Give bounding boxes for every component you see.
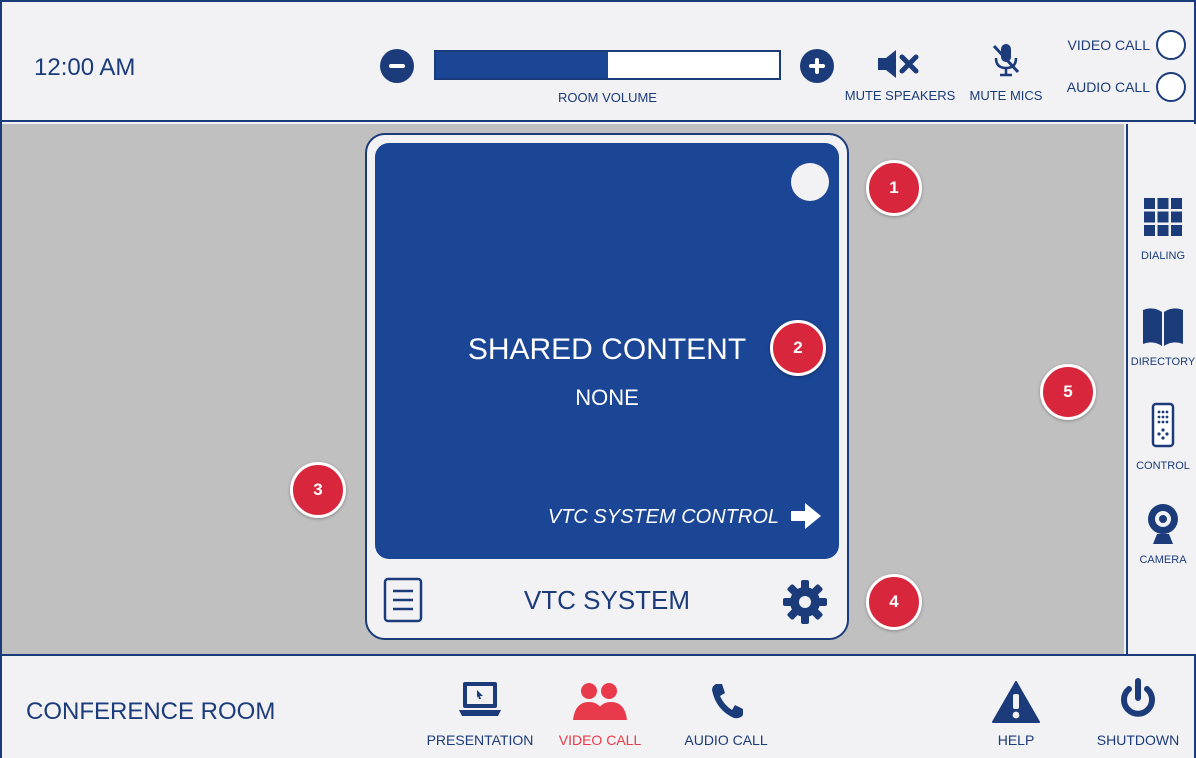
sidebar-item-control[interactable]: CONTROL <box>1128 402 1196 472</box>
top-bar: 12:00 AM ROOM VOLUME MUTE SPEAKERS MUTE … <box>2 2 1194 122</box>
sidebar-item-directory[interactable]: DIRECTORY <box>1128 304 1196 368</box>
video-call-radio[interactable] <box>1156 30 1186 60</box>
callout-badge-1: 1 <box>866 160 922 216</box>
sidebar-item-dialing[interactable]: DIALING <box>1128 196 1196 262</box>
volume-level-fill <box>436 52 608 78</box>
room-volume-label: ROOM VOLUME <box>558 90 657 105</box>
book-icon <box>1143 308 1183 346</box>
people-icon <box>573 683 627 720</box>
mute-mics-button[interactable]: MUTE MICS <box>962 42 1050 108</box>
audio-call-label: AUDIO CALL <box>684 732 768 748</box>
minus-icon <box>389 64 405 68</box>
mute-mics-label: MUTE MICS <box>969 88 1043 103</box>
audio-call-mode-toggle[interactable]: AUDIO CALL <box>1067 72 1186 102</box>
room-volume-slider[interactable] <box>434 50 781 80</box>
laptop-icon <box>459 682 501 716</box>
vtc-system-title: VTC SYSTEM <box>523 585 691 615</box>
power-icon <box>1121 678 1155 717</box>
help-label: HELP <box>997 732 1035 748</box>
room-name: CONFERENCE ROOM <box>26 698 276 725</box>
remote-icon <box>1151 402 1175 448</box>
callout-badge-4: 4 <box>866 574 922 630</box>
presentation-label: PRESENTATION <box>426 732 534 748</box>
nav-video-call[interactable]: VIDEO CALL <box>550 670 650 756</box>
arrow-right-icon[interactable] <box>789 501 823 531</box>
dialing-label: DIALING <box>1140 250 1185 262</box>
mute-speakers-label: MUTE SPEAKERS <box>844 88 956 103</box>
shared-content-value: NONE <box>575 385 639 410</box>
video-call-mode-label: VIDEO CALL <box>1067 37 1150 53</box>
callout-badge-2: 2 <box>770 320 826 376</box>
volume-down-button[interactable] <box>380 49 414 83</box>
mute-speakers-button[interactable]: MUTE SPEAKERS <box>840 42 960 108</box>
warning-icon <box>992 681 1040 723</box>
control-label: CONTROL <box>1136 460 1190 472</box>
app-frame: 12:00 AM ROOM VOLUME MUTE SPEAKERS MUTE … <box>0 0 1196 758</box>
video-call-mode-toggle[interactable]: VIDEO CALL <box>1068 30 1186 60</box>
directory-label: DIRECTORY <box>1130 356 1196 368</box>
help-button[interactable]: HELP <box>974 670 1058 756</box>
vtc-system-control-link[interactable]: VTC SYSTEM CONTROL <box>548 506 779 529</box>
vtc-system-card: SHARED CONTENT NONE VTC SYSTEM CONTROL V… <box>365 133 849 640</box>
keypad-icon <box>1144 198 1182 236</box>
sidebar-item-camera[interactable]: CAMERA <box>1128 502 1196 566</box>
audio-call-radio[interactable] <box>1156 72 1186 102</box>
right-sidebar: DIALING DIRECTORY CONTROL CAMERA <box>1126 124 1196 654</box>
clock: 12:00 AM <box>34 54 136 81</box>
video-call-label: VIDEO CALL <box>558 732 642 748</box>
callout-badge-3: 3 <box>290 462 346 518</box>
nav-presentation[interactable]: PRESENTATION <box>420 670 540 756</box>
nav-audio-call[interactable]: AUDIO CALL <box>676 670 776 756</box>
volume-up-button[interactable] <box>800 49 834 83</box>
status-indicator <box>791 163 829 201</box>
callout-badge-5: 5 <box>1040 364 1096 420</box>
gear-icon[interactable] <box>781 578 829 626</box>
audio-call-mode-label: AUDIO CALL <box>1066 79 1150 95</box>
speaker-mute-icon <box>878 50 919 78</box>
bottom-bar: CONFERENCE ROOM PRESENTATION VIDEO CALL <box>2 654 1194 758</box>
shutdown-button[interactable]: SHUTDOWN <box>1088 670 1188 756</box>
camera-label: CAMERA <box>1139 554 1187 566</box>
phone-icon <box>712 684 743 719</box>
shutdown-label: SHUTDOWN <box>1096 732 1180 748</box>
webcam-icon <box>1148 504 1178 544</box>
mic-mute-icon <box>992 44 1020 77</box>
